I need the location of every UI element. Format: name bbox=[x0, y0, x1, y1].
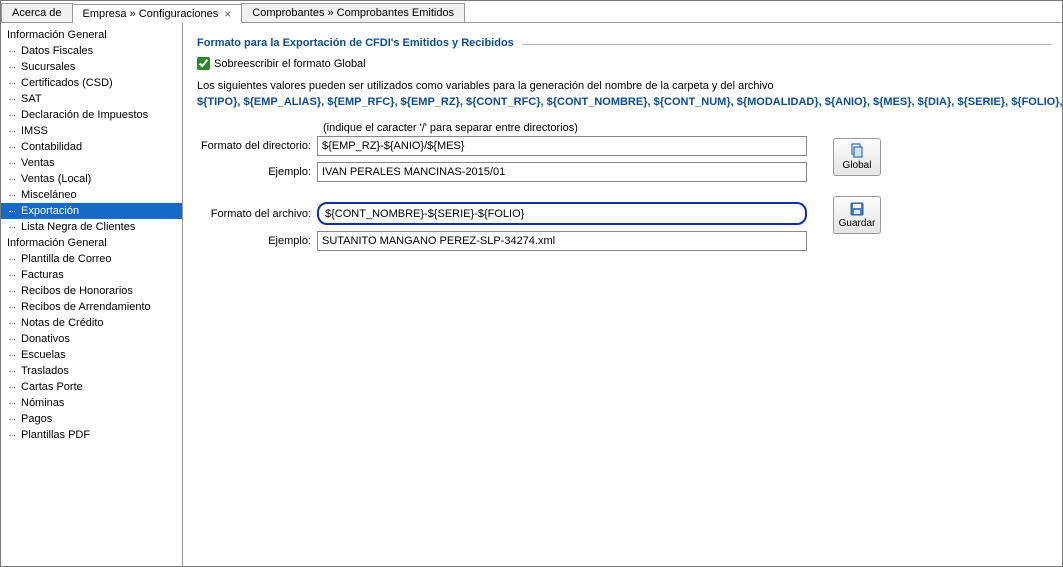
main-panel: Formato para la Exportación de CFDI's Em… bbox=[183, 23, 1062, 566]
save-button-label: Guardar bbox=[839, 218, 876, 229]
tab-about[interactable]: Acerca de bbox=[1, 3, 73, 22]
sidebar-item-sat[interactable]: SAT bbox=[1, 91, 182, 107]
panel-title: Formato para la Exportación de CFDI's Em… bbox=[197, 37, 522, 49]
dir-hint: (indique el caracter '/' para separar en… bbox=[323, 122, 807, 134]
tab-label: Comprobantes » Comprobantes Emitidos bbox=[252, 7, 454, 19]
sidebar-item-plantillas-pdf[interactable]: Plantillas PDF bbox=[1, 427, 182, 443]
global-button-label: Global bbox=[843, 160, 872, 171]
file-format-input[interactable] bbox=[317, 202, 807, 225]
sidebar-item-traslados[interactable]: Traslados bbox=[1, 363, 182, 379]
tab-bar: Acerca de Empresa » Configuraciones × Co… bbox=[1, 1, 1062, 23]
sidebar-item-ventas-local[interactable]: Ventas (Local) bbox=[1, 171, 182, 187]
sidebar-tree: Información General Datos Fiscales Sucur… bbox=[1, 23, 183, 566]
tab-comprobantes[interactable]: Comprobantes » Comprobantes Emitidos bbox=[241, 3, 465, 22]
tree-group-title: Información General bbox=[1, 27, 182, 43]
file-example-output bbox=[317, 231, 807, 251]
sidebar-item-declaracion[interactable]: Declaración de Impuestos bbox=[1, 107, 182, 123]
sidebar-item-recibos-honorarios[interactable]: Recibos de Honorarios bbox=[1, 283, 182, 299]
sidebar-item-cartas-porte[interactable]: Cartas Porte bbox=[1, 379, 182, 395]
tab-configurations[interactable]: Empresa » Configuraciones × bbox=[72, 4, 243, 23]
file-format-label: Formato del archivo: bbox=[197, 208, 317, 220]
sidebar-item-lista-negra[interactable]: Lista Negra de Clientes bbox=[1, 219, 182, 235]
copy-icon bbox=[849, 143, 865, 159]
dir-example-label: Ejemplo: bbox=[197, 166, 317, 178]
sidebar-item-notas-credito[interactable]: Notas de Crédito bbox=[1, 315, 182, 331]
global-button[interactable]: Global bbox=[833, 138, 881, 176]
dir-format-label: Formato del directorio: bbox=[197, 140, 317, 152]
sidebar-item-pagos[interactable]: Pagos bbox=[1, 411, 182, 427]
sidebar-item-certificados[interactable]: Certificados (CSD) bbox=[1, 75, 182, 91]
overwrite-global-label: Sobreescribir el formato Global bbox=[214, 58, 366, 70]
help-text: Los siguientes valores pueden ser utiliz… bbox=[197, 80, 1052, 92]
sidebar-item-plantilla-correo[interactable]: Plantilla de Correo bbox=[1, 251, 182, 267]
save-icon bbox=[849, 201, 865, 217]
sidebar-item-imss[interactable]: IMSS bbox=[1, 123, 182, 139]
sidebar-item-recibos-arrendamiento[interactable]: Recibos de Arrendamiento bbox=[1, 299, 182, 315]
sidebar-item-escuelas[interactable]: Escuelas bbox=[1, 347, 182, 363]
sidebar-item-ventas[interactable]: Ventas bbox=[1, 155, 182, 171]
tree-group-title: Información General bbox=[1, 235, 182, 251]
sidebar-item-miscelaneo[interactable]: Misceláneo bbox=[1, 187, 182, 203]
save-button[interactable]: Guardar bbox=[833, 196, 881, 234]
dir-example-output bbox=[317, 162, 807, 182]
sidebar-item-facturas[interactable]: Facturas bbox=[1, 267, 182, 283]
sidebar-item-datos-fiscales[interactable]: Datos Fiscales bbox=[1, 43, 182, 59]
tab-label: Acerca de bbox=[12, 7, 62, 19]
sidebar-item-donativos[interactable]: Donativos bbox=[1, 331, 182, 347]
file-example-label: Ejemplo: bbox=[197, 235, 317, 247]
sidebar-item-exportacion[interactable]: Exportación bbox=[1, 203, 182, 219]
variables-list: ${TIPO}, ${EMP_ALIAS}, ${EMP_RFC}, ${EMP… bbox=[197, 96, 1052, 108]
sidebar-item-contabilidad[interactable]: Contabilidad bbox=[1, 139, 182, 155]
sidebar-item-sucursales[interactable]: Sucursales bbox=[1, 59, 182, 75]
tab-label: Empresa » Configuraciones bbox=[83, 8, 219, 20]
dir-format-input[interactable] bbox=[317, 136, 807, 156]
close-icon[interactable]: × bbox=[224, 8, 231, 20]
overwrite-global-checkbox[interactable] bbox=[197, 57, 210, 70]
sidebar-item-nominas[interactable]: Nóminas bbox=[1, 395, 182, 411]
